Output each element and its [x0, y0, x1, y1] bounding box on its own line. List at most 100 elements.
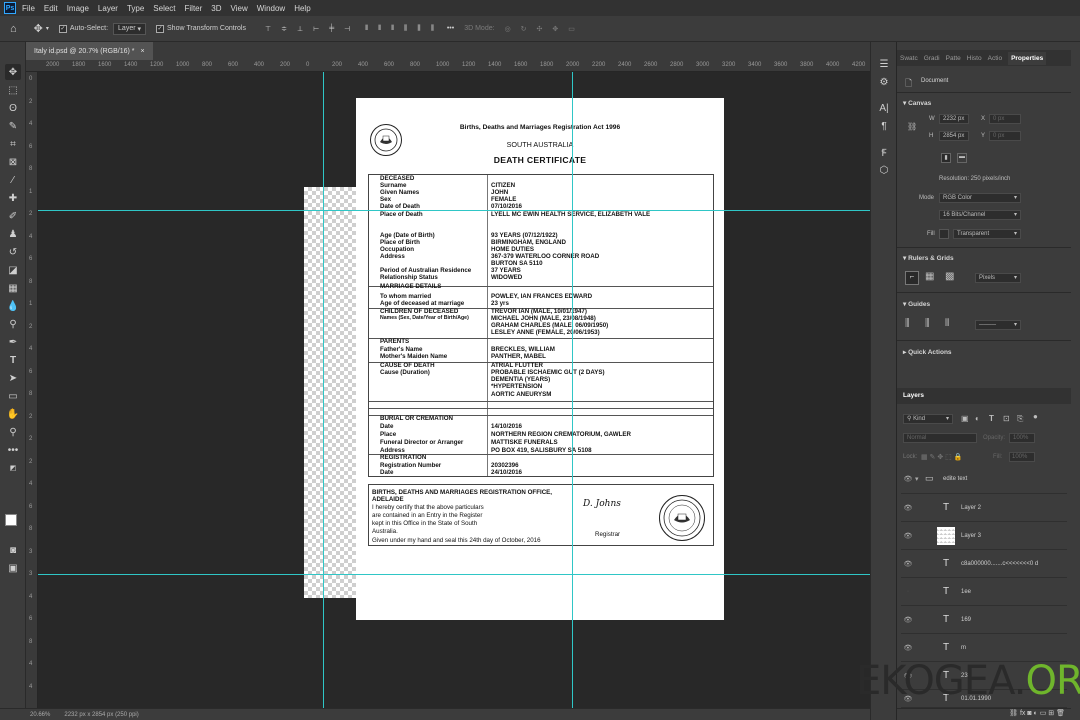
chevron-down-icon[interactable]: ▾: [915, 475, 925, 483]
blend-mode-select[interactable]: Normal: [903, 433, 977, 443]
close-icon[interactable]: ×: [140, 48, 144, 55]
guide-vertical-left[interactable]: [323, 72, 324, 708]
layer-row[interactable]: 👁 ▾ ▭ edite text: [901, 464, 1067, 494]
menu-image[interactable]: Image: [67, 4, 89, 13]
quick-mask-icon[interactable]: ◙: [5, 542, 21, 558]
3d-panel-icon[interactable]: ⬡: [876, 162, 892, 178]
3d-slide-icon[interactable]: ✥: [552, 25, 558, 33]
more-options-icon[interactable]: •••: [447, 25, 454, 32]
distribute-6-icon[interactable]: ⫼: [431, 25, 434, 33]
filter-toggle-icon[interactable]: ●: [1033, 412, 1038, 421]
distribute-5-icon[interactable]: ⫼: [417, 25, 420, 33]
tab-history[interactable]: Histo: [967, 55, 982, 62]
menu-filter[interactable]: Filter: [185, 4, 203, 13]
link-layers-icon[interactable]: ⛓: [1009, 710, 1020, 717]
align-center-icon[interactable]: ╪: [329, 25, 334, 32]
align-left-icon[interactable]: ⊢: [313, 25, 319, 33]
crop-tool-icon[interactable]: ⌗: [5, 136, 21, 152]
horizontal-ruler[interactable]: 2000 1800 1600 1400 1200 1000 800 600 400 200 0 200…: [26, 60, 870, 72]
distribute-2-icon[interactable]: ⫴: [378, 25, 381, 33]
character-panel-icon[interactable]: A|: [876, 100, 892, 116]
zoom-level[interactable]: 20.66%: [30, 712, 50, 718]
visibility-eye-icon[interactable]: 👁: [901, 560, 915, 568]
history-panel-icon[interactable]: ☰: [876, 56, 892, 72]
ruler-toggle-icon[interactable]: ⌐: [905, 271, 919, 285]
menu-window[interactable]: Window: [257, 4, 285, 13]
guide-option-1-icon[interactable]: ⫼: [905, 318, 910, 329]
adjustments-panel-icon[interactable]: ⚙: [876, 74, 892, 90]
distribute-1-icon[interactable]: ⫴: [365, 25, 368, 33]
distribute-4-icon[interactable]: ⫼: [404, 25, 407, 33]
menu-type[interactable]: Type: [127, 4, 144, 13]
new-layer-icon[interactable]: ⊞: [1048, 710, 1056, 717]
align-bottom-icon[interactable]: ⊥: [297, 25, 303, 33]
layer-row[interactable]: 👁 T c8a000000.......c<<<<<<<0 d: [901, 550, 1067, 578]
bit-depth-select[interactable]: 16 Bits/Channel ▾: [939, 210, 1021, 220]
layer-row[interactable]: 👁 T Layer 2: [901, 494, 1067, 522]
mode-select[interactable]: RGB Color ▾: [939, 193, 1021, 203]
opacity-field[interactable]: 100%: [1009, 433, 1035, 443]
pixel-grid-icon[interactable]: ▩: [945, 271, 954, 282]
filter-shape-icon[interactable]: ⊡: [1003, 414, 1010, 423]
width-field[interactable]: 2232 px: [939, 114, 969, 124]
layer-filter-kind[interactable]: ⚲ Kind ▾: [903, 414, 953, 424]
home-icon[interactable]: ⌂: [10, 23, 17, 35]
portrait-orientation-icon[interactable]: ▮: [941, 153, 951, 163]
menu-layer[interactable]: Layer: [98, 4, 118, 13]
healing-brush-icon[interactable]: ✚: [5, 190, 21, 206]
x-field[interactable]: 0 px: [989, 114, 1021, 124]
visibility-eye-icon[interactable]: 👁: [901, 616, 915, 624]
path-select-icon[interactable]: ➤: [5, 370, 21, 386]
align-right-icon[interactable]: ⊣: [344, 25, 350, 33]
fill-select[interactable]: Transparent ▾: [953, 229, 1021, 239]
menu-3d[interactable]: 3D: [211, 4, 221, 13]
menu-edit[interactable]: Edit: [44, 4, 58, 13]
visibility-eye-icon[interactable]: ·: [901, 588, 915, 595]
eraser-tool-icon[interactable]: ◪: [5, 262, 21, 278]
menu-select[interactable]: Select: [153, 4, 175, 13]
fill-swatch[interactable]: [939, 229, 949, 239]
filter-pixel-icon[interactable]: ▣: [961, 414, 969, 423]
filter-adjust-icon[interactable]: ◐: [975, 414, 980, 423]
zoom-tool-icon[interactable]: ⚲: [5, 424, 21, 440]
clone-stamp-icon[interactable]: ♟: [5, 226, 21, 242]
landscape-orientation-icon[interactable]: ▬: [957, 153, 967, 163]
new-group-icon[interactable]: ▭: [1040, 710, 1049, 717]
move-tool-icon[interactable]: ✥: [5, 64, 21, 80]
layer-row[interactable]: 👁 Layer 3: [901, 522, 1067, 550]
dodge-tool-icon[interactable]: ⚲: [5, 316, 21, 332]
guide-color-select[interactable]: ──── ▾: [975, 320, 1021, 330]
canvas-area[interactable]: Births, Deaths and Marriages Registratio…: [38, 72, 870, 708]
canvas-section-header[interactable]: ▾ Canvas: [903, 99, 931, 107]
3d-roll-icon[interactable]: ↻: [521, 25, 527, 33]
rectangle-tool-icon[interactable]: ▭: [5, 388, 21, 404]
filter-type-icon[interactable]: T: [989, 414, 994, 423]
pen-tool-icon[interactable]: ✒: [5, 334, 21, 350]
tab-gradients[interactable]: Gradi: [924, 55, 940, 62]
foreground-color-swatch[interactable]: [5, 514, 17, 526]
visibility-eye-icon[interactable]: 👁: [901, 504, 915, 512]
guides-header[interactable]: ▾ Guides: [903, 300, 930, 308]
tab-properties[interactable]: Properties: [1008, 51, 1047, 65]
document-tab[interactable]: Italy id.psd @ 20.7% (RGB/16) * ×: [26, 42, 153, 60]
layer-row[interactable]: 👁 T 169: [901, 606, 1067, 634]
gradient-tool-icon[interactable]: ▦: [5, 280, 21, 296]
vertical-ruler[interactable]: 0 2 4 6 8 1 2 4 6 8 1 2 4 6 8 2 2 2 4 6 8 3 3 4 6 8 4 4: [26, 72, 38, 708]
visibility-eye-icon[interactable]: 👁: [901, 475, 915, 483]
tab-actions[interactable]: Actio: [988, 55, 1002, 62]
menu-help[interactable]: Help: [294, 4, 310, 13]
grid-toggle-icon[interactable]: ▦: [925, 271, 934, 282]
layers-panel-title[interactable]: Layers: [903, 392, 924, 399]
chevron-down-icon[interactable]: ▾: [46, 25, 49, 32]
ruler-units-select[interactable]: Pixels ▾: [975, 273, 1021, 283]
distribute-3-icon[interactable]: ⫴: [391, 25, 394, 33]
screen-mode-icon[interactable]: ▣: [5, 560, 21, 576]
move-tool-icon[interactable]: ✥: [34, 22, 43, 35]
3d-pan-icon[interactable]: ✣: [537, 25, 543, 33]
quick-actions-header[interactable]: ▸ Quick Actions: [903, 348, 952, 356]
marquee-tool-icon[interactable]: ⬚: [5, 82, 21, 98]
y-field[interactable]: 0 px: [989, 131, 1021, 141]
eyedropper-tool-icon[interactable]: ⁄: [5, 172, 21, 188]
frame-tool-icon[interactable]: ⊠: [5, 154, 21, 170]
history-brush-icon[interactable]: ↺: [5, 244, 21, 260]
